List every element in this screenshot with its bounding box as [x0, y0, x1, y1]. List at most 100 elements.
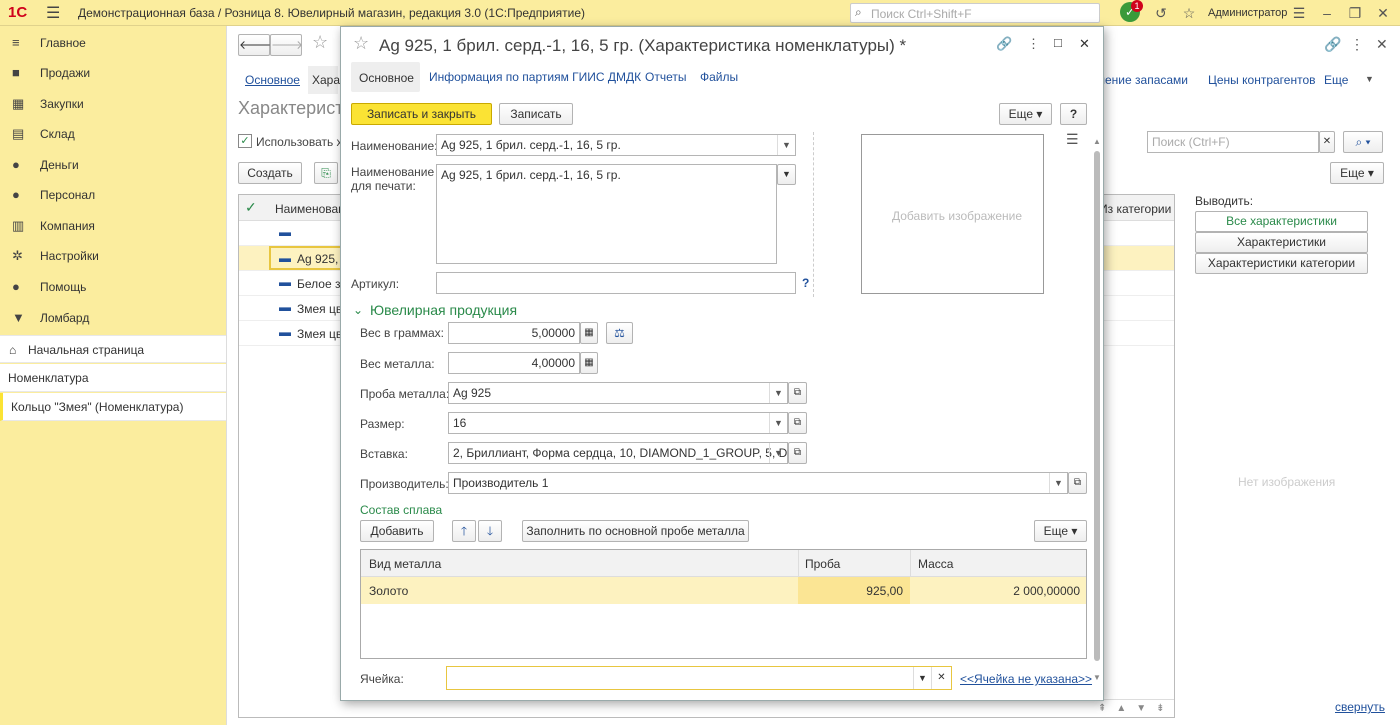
open-icon[interactable]: ⧉ — [788, 412, 807, 434]
use-checkbox[interactable]: ✓ — [238, 134, 252, 148]
bg-copy-button[interactable]: ⎘ — [314, 162, 338, 184]
print-name-dropdown[interactable]: ▼ — [777, 164, 796, 185]
menu-icon[interactable]: ☰ — [46, 3, 60, 23]
sidebar-item-staff[interactable]: ● Персонал — [0, 180, 226, 210]
bg-tab-main[interactable]: Основное — [245, 73, 300, 87]
chevron-down-icon[interactable]: ▼ — [769, 383, 787, 403]
close-form-icon[interactable]: ✕ — [1376, 36, 1388, 53]
calculator-icon[interactable]: ▦ — [580, 322, 598, 344]
bg-search-input[interactable]: Поиск (Ctrl+F) — [1147, 131, 1319, 153]
open-window-ring[interactable]: Кольцо "Змея" (Номенклатура) — [0, 393, 226, 421]
image-box[interactable]: Добавить изображение — [861, 134, 1044, 294]
move-down-icon[interactable]: 🡓 — [478, 520, 502, 542]
favorite-star-icon[interactable]: ☆ — [312, 32, 328, 53]
sidebar-item-settings[interactable]: ✲ Настройки — [0, 241, 226, 271]
open-window-nomenclature[interactable]: Номенклатура — [0, 364, 226, 392]
open-icon[interactable]: ⧉ — [788, 442, 807, 464]
sidebar-item-sales[interactable]: ■ Продажи — [0, 58, 226, 88]
name-field[interactable]: Ag 925, 1 брил. серд.-1, 16, 5 гр. ▼ — [436, 134, 796, 156]
dialog-more-vert-icon[interactable]: ⋮ — [1027, 36, 1040, 52]
link-contractor-prices[interactable]: Цены контрагентов — [1208, 73, 1316, 87]
search-button[interactable]: ⌕ ▾ — [1343, 131, 1383, 153]
scale-icon[interactable]: ⚖ — [606, 322, 633, 344]
link-stock-mgmt[interactable]: ление запасами — [1098, 73, 1188, 87]
history-icon[interactable]: ↺ — [1150, 2, 1172, 24]
more-vert-icon[interactable]: ⋮ — [1350, 36, 1364, 53]
chevron-down-icon[interactable]: ▼ — [1049, 473, 1067, 493]
tab-main[interactable]: Основное — [351, 62, 420, 92]
cell-field[interactable]: ▼ ✕ — [446, 666, 952, 690]
chevron-down-icon[interactable]: ▼ — [769, 443, 787, 463]
calculator-icon[interactable]: ▦ — [580, 352, 598, 374]
list-nav-arrows[interactable]: ⇞▲▼⇟ — [1090, 699, 1174, 717]
tab-giis[interactable]: Информация по партиям ГИИС ДМДК — [429, 70, 641, 84]
sidebar-item-purchases[interactable]: ▦ Закупки — [0, 89, 226, 119]
bg-create-button[interactable]: Создать — [238, 162, 302, 184]
scroll-down-icon[interactable]: ▼ — [1093, 673, 1101, 682]
cell-not-set-link[interactable]: <<Ячейка не указана>> — [960, 672, 1092, 686]
dialog-link-icon[interactable]: 🔗 — [996, 36, 1012, 52]
sidebar-item-money[interactable]: ● Деньги — [0, 150, 226, 180]
tab-files[interactable]: Файлы — [700, 70, 738, 84]
clear-search-button[interactable]: ✕ — [1319, 131, 1335, 153]
forward-button[interactable]: 🡒 — [270, 34, 303, 56]
sidebar-item-pawnshop[interactable]: ▼ Ломбард — [0, 303, 226, 333]
save-button[interactable]: Записать — [499, 103, 573, 125]
article-field[interactable] — [436, 272, 796, 294]
bg-more-button[interactable]: Еще ▾ — [1330, 162, 1384, 184]
move-up-icon[interactable]: 🡑 — [452, 520, 476, 542]
weight-field[interactable]: 5,00000 — [448, 322, 580, 344]
metal-weight-field[interactable]: 4,00000 — [448, 352, 580, 374]
user-name[interactable]: Администратор — [1208, 7, 1287, 19]
output-category[interactable]: Характеристики категории — [1195, 253, 1368, 274]
help-button[interactable]: ? — [1060, 103, 1087, 125]
back-button[interactable]: 🡐 — [238, 34, 271, 56]
article-help-icon[interactable]: ? — [802, 276, 809, 290]
home-page-link[interactable]: ⌂ Начальная страница — [0, 335, 226, 363]
dialog-maximize-icon[interactable]: □ — [1054, 35, 1062, 50]
minimize-icon[interactable]: – — [1316, 2, 1338, 24]
link-more[interactable]: Еще — [1324, 73, 1348, 87]
assay-field[interactable]: Ag 925 ▼ — [448, 382, 788, 404]
link-icon[interactable]: 🔗 — [1324, 36, 1341, 53]
table-row[interactable]: Золото 925,00 2 000,00000 — [361, 577, 1086, 604]
insert-field[interactable]: 2, Бриллиант, Форма сердца, 10, DIAMOND_… — [448, 442, 788, 464]
characteristic-dialog: ☆ Ag 925, 1 брил. серд.-1, 16, 5 гр. (Ха… — [340, 26, 1104, 701]
scrollbar[interactable]: ▲ ▼ — [1093, 137, 1101, 687]
dialog-more-button[interactable]: Еще ▾ — [999, 103, 1052, 125]
save-and-close-button[interactable]: Записать и закрыть — [351, 103, 492, 125]
clear-icon[interactable]: ✕ — [931, 667, 951, 689]
chevron-down-icon[interactable]: ▼ — [777, 135, 795, 155]
dialog-star-icon[interactable]: ☆ — [353, 33, 369, 54]
global-search-input[interactable]: ⌕ Поиск Ctrl+Shift+F — [850, 3, 1100, 23]
chevron-down-icon[interactable]: ▼ — [913, 667, 931, 689]
settings-menu-icon[interactable]: ☰ — [1288, 2, 1310, 24]
dialog-close-icon[interactable]: ✕ — [1079, 36, 1090, 52]
producer-field[interactable]: Производитель 1 ▼ — [448, 472, 1068, 494]
sidebar-item-warehouse[interactable]: ▤ Склад — [0, 119, 226, 149]
size-field[interactable]: 16 ▼ — [448, 412, 788, 434]
scrollbar-thumb[interactable] — [1094, 151, 1100, 661]
chevron-down-icon[interactable]: ▼ — [769, 413, 787, 433]
image-menu-icon[interactable]: ☰ — [1066, 131, 1079, 148]
print-name-field[interactable]: Ag 925, 1 брил. серд.-1, 16, 5 гр. — [436, 164, 777, 264]
tab-reports[interactable]: Отчеты — [645, 70, 686, 84]
bg-tab-char[interactable]: Хара — [308, 66, 340, 94]
collapse-link[interactable]: свернуть — [1335, 700, 1385, 714]
restore-icon[interactable]: ❐ — [1344, 2, 1366, 24]
jewelry-group-title[interactable]: Ювелирная продукция — [370, 302, 517, 318]
add-button[interactable]: Добавить — [360, 520, 434, 542]
output-all[interactable]: Все характеристики — [1195, 211, 1368, 232]
sidebar-item-help[interactable]: ● Помощь — [0, 272, 226, 302]
open-icon[interactable]: ⧉ — [788, 382, 807, 404]
alloy-more-button[interactable]: Еще ▾ — [1034, 520, 1087, 542]
group-collapse-icon[interactable]: ⌄ — [353, 303, 363, 317]
sidebar-item-main[interactable]: ≡ Главное — [0, 28, 226, 58]
open-icon[interactable]: ⧉ — [1068, 472, 1087, 494]
output-nomenclature[interactable]: Характеристики номенклатуры — [1195, 232, 1368, 268]
fill-by-assay-button[interactable]: Заполнить по основной пробе металла — [522, 520, 749, 542]
scroll-up-icon[interactable]: ▲ — [1093, 137, 1101, 146]
sidebar-item-company[interactable]: ▥ Компания — [0, 211, 226, 241]
close-app-icon[interactable]: ✕ — [1372, 2, 1394, 24]
favorites-icon[interactable]: ☆ — [1178, 2, 1200, 24]
